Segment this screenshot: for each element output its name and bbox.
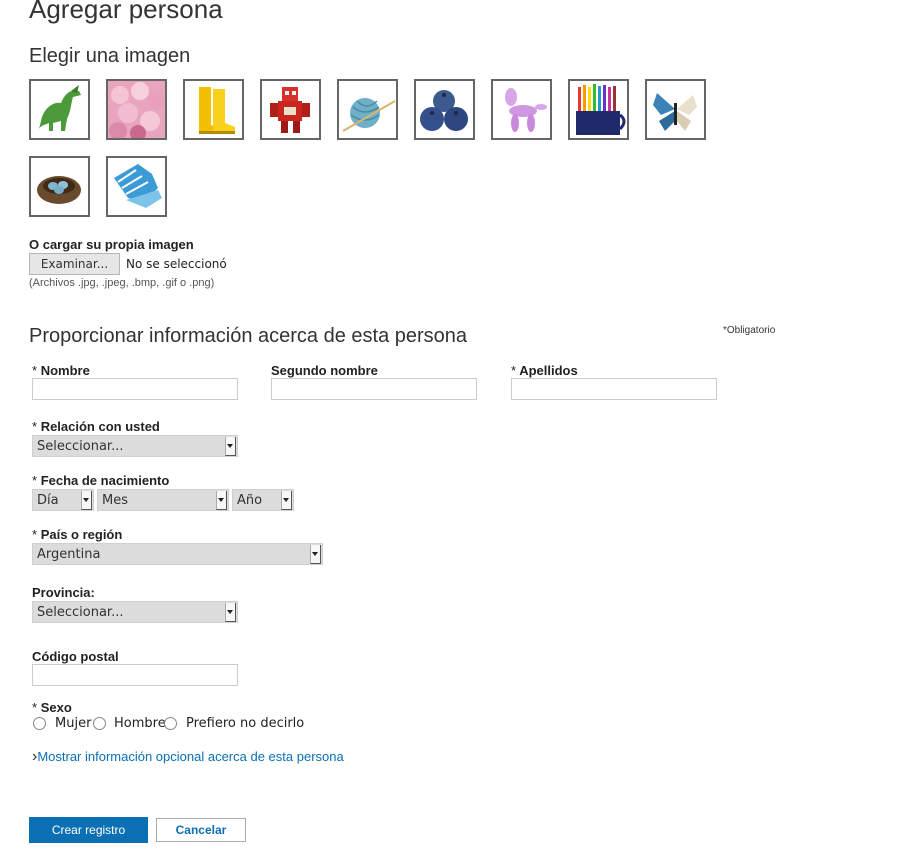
show-optional-info-link[interactable]: ›Mostrar información opcional acerca de … [32,749,344,765]
country-selected: Argentina [37,547,101,562]
sex-male-radio[interactable] [93,717,106,730]
upload-label: O cargar su propia imagen [29,237,194,252]
last-name-label: * Apellidos [511,363,578,378]
birth-month-selected: Mes [102,493,128,508]
sex-male-label: Hombre [114,716,166,731]
relationship-select[interactable]: Seleccionar... [32,435,238,457]
file-types-hint: (Archivos .jpg, .jpeg, .bmp, .gif o .png… [29,277,215,289]
dinosaur-thumbnail[interactable] [29,79,90,140]
required-note: *Obligatorio [723,325,776,336]
dinosaur-icon [31,81,88,138]
birth-day-select[interactable]: Día [32,489,94,511]
bird-nest-thumbnail[interactable] [29,156,90,217]
robot-icon [262,81,319,138]
dropdown-arrow-icon [216,491,227,510]
birth-year-selected: Año [237,493,263,508]
birth-year-select[interactable]: Año [232,489,294,511]
dropdown-arrow-icon [310,545,321,564]
middle-name-label: Segundo nombre [271,363,378,378]
sex-female-radio[interactable] [33,717,46,730]
balloon-animal-thumbnail[interactable] [491,79,552,140]
middle-name-input[interactable] [271,378,477,400]
blueberries-icon [416,81,473,138]
first-name-label: * Nombre [32,363,90,378]
balloon-dog-icon [493,81,550,138]
postal-code-input[interactable] [32,664,238,686]
cancel-button[interactable]: Cancelar [156,818,246,842]
dropdown-arrow-icon [225,603,236,622]
blueberries-thumbnail[interactable] [414,79,475,140]
country-label: * País o región [32,527,123,542]
birth-date-label: * Fecha de nacimiento [32,473,170,488]
last-name-input[interactable] [511,378,717,400]
province-label: Provincia: [32,585,95,600]
sex-prefer-not-radio[interactable] [164,717,177,730]
person-info-heading: Proporcionar información acerca de esta … [29,325,468,347]
colored-pencils-thumbnail[interactable] [568,79,629,140]
butterfly-icon [647,81,704,138]
page-title: Agregar persona [29,0,223,24]
robot-thumbnail[interactable] [260,79,321,140]
sex-female-label: Mujer [55,716,92,731]
no-file-selected-text: No se seleccionó [126,257,227,271]
create-record-button[interactable]: Crear registro [29,817,148,843]
dropdown-arrow-icon [281,491,292,510]
sex-label: * Sexo [32,700,72,715]
birth-month-select[interactable]: Mes [97,489,229,511]
show-optional-info-text: Mostrar información opcional acerca de e… [37,749,344,764]
dropdown-arrow-icon [225,437,236,456]
province-select[interactable]: Seleccionar... [32,601,238,623]
browse-button[interactable]: Examinar... [29,253,120,275]
yarn-icon [339,81,396,138]
boots-icon [185,81,242,138]
postal-code-label: Código postal [32,649,119,664]
first-name-input[interactable] [32,378,238,400]
country-select[interactable]: Argentina [32,543,323,565]
sex-prefer-not-label: Prefiero no decirlo [186,716,305,731]
petals-icon [108,81,165,138]
pencils-icon [570,81,627,138]
dropdown-arrow-icon [81,491,92,510]
yarn-ball-thumbnail[interactable] [337,79,398,140]
gloves-icon [108,158,165,215]
province-selected: Seleccionar... [37,605,124,620]
butterfly-thumbnail[interactable] [645,79,706,140]
birth-day-selected: Día [37,493,59,508]
relationship-label: * Relación con usted [32,419,160,434]
nest-icon [31,158,88,215]
choose-image-heading: Elegir una imagen [29,45,191,67]
relationship-selected: Seleccionar... [37,439,124,454]
gloves-thumbnail[interactable] [106,156,167,217]
rain-boots-thumbnail[interactable] [183,79,244,140]
flower-petals-thumbnail[interactable] [106,79,167,140]
